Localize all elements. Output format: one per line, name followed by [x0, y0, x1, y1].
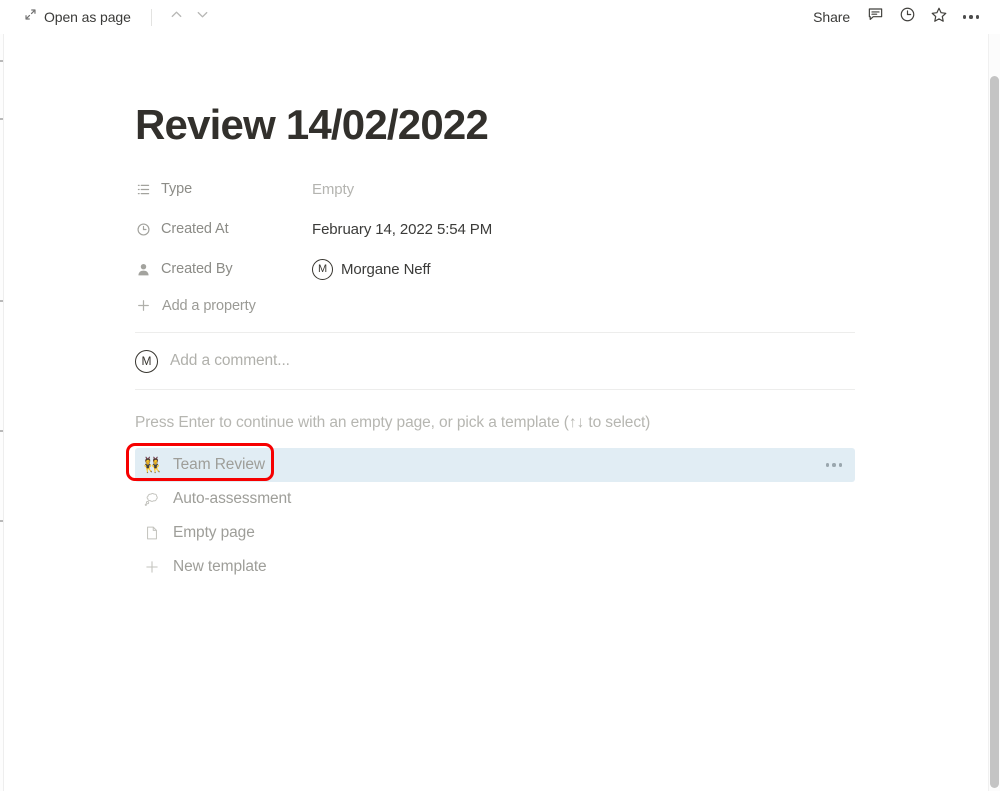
- add-comment-placeholder: Add a comment...: [170, 352, 290, 370]
- property-row-created-at: Created At February 14, 2022 5:54 PM: [135, 212, 855, 246]
- property-key-created-at[interactable]: Created At: [129, 217, 304, 242]
- add-comment-row[interactable]: M Add a comment...: [135, 333, 855, 389]
- comment-divider: [135, 389, 855, 391]
- toolbar-left-group: Open as page: [18, 4, 216, 30]
- open-as-page-button[interactable]: Open as page: [18, 5, 137, 29]
- chevron-up-icon: [169, 7, 184, 27]
- add-property-button[interactable]: Add a property: [129, 292, 321, 319]
- created-by-name: Morgane Neff: [341, 260, 431, 278]
- dancers-emoji: 👯: [142, 456, 162, 474]
- page-title[interactable]: Review 14/02/2022: [135, 101, 855, 148]
- plus-icon: [142, 557, 162, 577]
- template-option-label: Auto-assessment: [173, 490, 292, 508]
- toolbar-divider: [150, 8, 152, 26]
- page-icon: [142, 523, 162, 543]
- toolbar-right-group: Share: [805, 3, 986, 31]
- plus-icon: [135, 297, 152, 314]
- page-scrollbar-track[interactable]: [988, 34, 1000, 791]
- template-option-list: 👯 Team Review Auto-assessment Empty page…: [126, 443, 855, 584]
- property-row-type: Type Empty: [135, 172, 855, 206]
- template-option-label: New template: [173, 558, 267, 576]
- person-icon: [135, 261, 152, 278]
- clock-icon: [135, 221, 152, 238]
- template-option-team-review[interactable]: 👯 Team Review: [126, 443, 855, 483]
- open-as-page-label: Open as page: [44, 9, 131, 25]
- expand-diagonal-icon: [24, 8, 37, 26]
- template-option-label: Team Review: [173, 456, 265, 474]
- next-page-button[interactable]: [190, 4, 216, 30]
- more-options-button[interactable]: [956, 3, 986, 31]
- share-button[interactable]: Share: [805, 5, 858, 29]
- page-content: Review 14/02/2022 Type Empty Created At …: [0, 34, 988, 791]
- favorite-button[interactable]: [924, 3, 954, 31]
- property-value-type[interactable]: Empty: [304, 176, 855, 203]
- ellipsis-icon: [962, 15, 980, 19]
- template-option-new-template[interactable]: New template: [135, 550, 855, 584]
- clock-history-icon: [899, 6, 916, 28]
- comment-bubble-icon: [867, 6, 884, 28]
- template-option-more-button[interactable]: [823, 454, 845, 476]
- chevron-down-icon: [195, 7, 210, 27]
- add-property-label: Add a property: [162, 297, 256, 314]
- page-scrollbar-thumb[interactable]: [990, 76, 999, 788]
- thought-bubble-icon: [142, 489, 162, 509]
- template-picker-hint: Press Enter to continue with an empty pa…: [135, 414, 651, 432]
- star-icon: [930, 6, 948, 29]
- property-label-type: Type: [161, 181, 193, 198]
- property-row-created-by: Created By M Morgane Neff: [135, 252, 855, 286]
- template-option-auto-assessment[interactable]: Auto-assessment: [135, 482, 855, 516]
- property-key-created-by[interactable]: Created By: [129, 257, 304, 282]
- avatar: M: [312, 258, 333, 280]
- template-option-label: Empty page: [173, 524, 255, 542]
- page-inner: Review 14/02/2022 Type Empty Created At …: [0, 34, 855, 584]
- top-toolbar: Open as page Share: [0, 0, 1000, 34]
- page-history-button[interactable]: [892, 3, 922, 31]
- property-key-type[interactable]: Type: [129, 177, 304, 202]
- list-icon: [135, 181, 152, 198]
- ellipsis-icon: [825, 463, 843, 467]
- previous-page-button[interactable]: [164, 4, 190, 30]
- template-option-empty-page[interactable]: Empty page: [135, 516, 855, 550]
- property-label-created-by: Created By: [161, 261, 233, 278]
- comments-button[interactable]: [860, 3, 890, 31]
- avatar: M: [135, 349, 158, 373]
- property-label-created-at: Created At: [161, 221, 229, 238]
- property-value-created-at[interactable]: February 14, 2022 5:54 PM: [304, 216, 855, 243]
- properties-panel: Type Empty Created At February 14, 2022 …: [135, 172, 855, 319]
- property-value-created-by[interactable]: M Morgane Neff: [304, 254, 855, 285]
